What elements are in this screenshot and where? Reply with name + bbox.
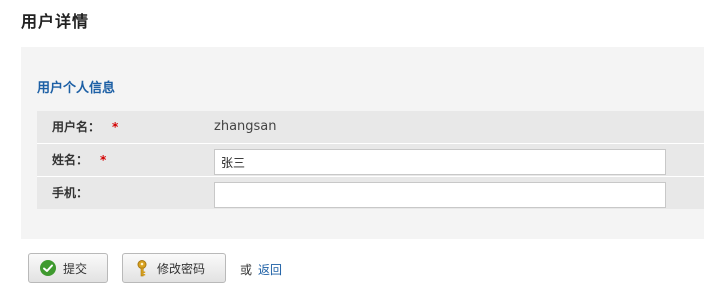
user-info-panel: 用户个人信息 用户名：* zhangsan 姓名：* 手机：	[21, 47, 704, 239]
back-link[interactable]: 返回	[258, 261, 282, 278]
user-form: 用户名：* zhangsan 姓名：* 手机：	[37, 111, 704, 209]
or-text: 或	[240, 263, 253, 277]
submit-label: 提交	[63, 261, 88, 276]
key-icon	[133, 259, 151, 277]
username-value: zhangsan	[214, 119, 277, 134]
check-circle-icon	[39, 259, 57, 277]
change-password-button[interactable]: 修改密码	[122, 253, 226, 283]
submit-button[interactable]: 提交	[28, 253, 108, 283]
form-row-name: 姓名： *	[37, 144, 704, 177]
form-row-phone: 手机：	[37, 177, 704, 209]
phone-input[interactable]	[214, 182, 666, 208]
required-mark: *	[112, 120, 119, 134]
page-title: 用户详情	[21, 12, 90, 31]
name-input[interactable]	[214, 149, 666, 175]
form-row-username: 用户名： * zhangsan	[37, 111, 704, 144]
username-label: 用户名： *	[52, 120, 119, 134]
section-title: 用户个人信息	[37, 81, 116, 96]
required-mark: *	[100, 153, 107, 167]
change-password-label: 修改密码	[157, 261, 206, 276]
name-label: 姓名： *	[52, 153, 107, 167]
phone-label: 手机：	[52, 186, 89, 200]
